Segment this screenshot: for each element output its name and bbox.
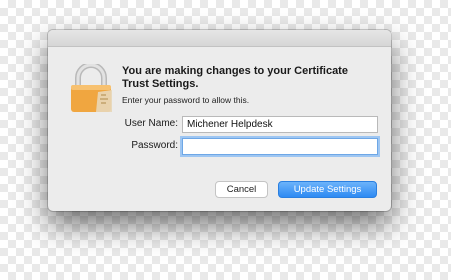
authentication-dialog: You are making changes to your Certifica… bbox=[48, 30, 391, 211]
password-field[interactable] bbox=[182, 138, 378, 155]
username-label: User Name: bbox=[124, 118, 178, 129]
username-field[interactable]: Michener Helpdesk bbox=[182, 116, 378, 133]
update-settings-button[interactable]: Update Settings bbox=[278, 181, 377, 198]
dialog-headline: You are making changes to your Certifica… bbox=[122, 65, 348, 90]
password-label: Password: bbox=[131, 140, 178, 151]
lock-icon bbox=[71, 64, 112, 112]
dialog-titlebar[interactable] bbox=[48, 30, 391, 47]
cancel-button[interactable]: Cancel bbox=[215, 181, 268, 198]
dialog-subline: Enter your password to allow this. bbox=[122, 95, 250, 105]
